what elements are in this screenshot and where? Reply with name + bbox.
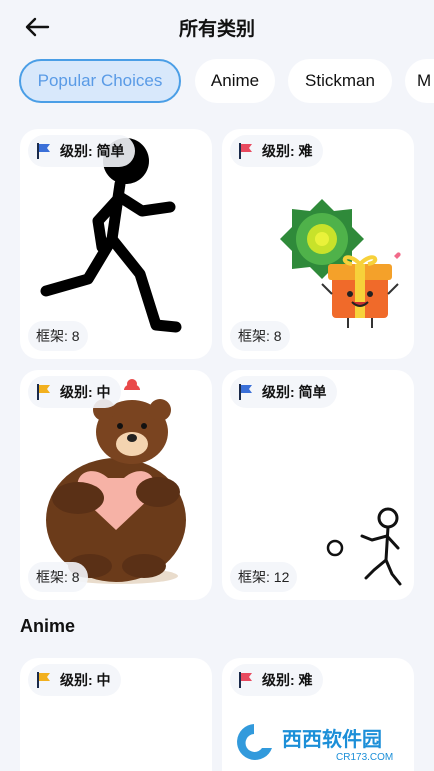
difficulty-badge: 级别: 简单: [230, 376, 337, 408]
section-title-anime: Anime: [20, 616, 76, 636]
difficulty-label: 级别: 中: [60, 384, 111, 400]
difficulty-badge: 级别: 难: [230, 135, 323, 167]
chip-popular-choices[interactable]: Popular Choices: [19, 59, 181, 103]
difficulty-badge: 级别: 中: [28, 664, 121, 696]
frame-count: 框架: 12: [230, 562, 298, 592]
page-title: 所有类别: [178, 19, 255, 40]
frame-count: 框架: 8: [230, 321, 290, 351]
difficulty-label: 级别: 中: [60, 672, 111, 688]
category-chip-bar[interactable]: Popular Choices Anime Stickman M: [0, 56, 434, 110]
flag-icon: [239, 672, 252, 688]
animation-card[interactable]: 级别: 中 框架: 8: [20, 370, 212, 600]
app-header: 所有类别: [0, 0, 434, 52]
difficulty-label: 级别: 难: [262, 143, 313, 159]
animation-card[interactable]: 级别: 简单 框架: 12: [222, 370, 414, 600]
difficulty-badge: 级别: 简单: [28, 135, 135, 167]
frame-count: 框架: 8: [28, 321, 88, 351]
animation-card[interactable]: 级别: 简单 框架: 8: [20, 129, 212, 359]
frame-count: 框架: 8: [28, 562, 88, 592]
flag-icon: [37, 384, 50, 400]
chip-stickman[interactable]: Stickman: [288, 59, 392, 103]
flag-icon: [239, 384, 252, 400]
flag-icon: [37, 672, 50, 688]
chip-more[interactable]: M: [405, 59, 434, 103]
flag-icon: [239, 143, 252, 159]
animation-card[interactable]: 级别: 中: [20, 658, 212, 771]
difficulty-label: 级别: 难: [262, 672, 313, 688]
svg-text:西西软件园: 西西软件园: [282, 727, 382, 751]
watermark-logo: 西西软件园 CR173.COM: [237, 724, 393, 763]
svg-text:CR173.COM: CR173.COM: [336, 752, 393, 763]
chip-anime[interactable]: Anime: [195, 59, 275, 103]
flag-icon: [37, 143, 50, 159]
difficulty-label: 级别: 简单: [60, 143, 125, 159]
difficulty-label: 级别: 简单: [262, 384, 327, 400]
animation-card[interactable]: 级别: 难 框架: 8: [222, 129, 414, 359]
difficulty-badge: 级别: 中: [28, 376, 121, 408]
difficulty-badge: 级别: 难: [230, 664, 323, 696]
